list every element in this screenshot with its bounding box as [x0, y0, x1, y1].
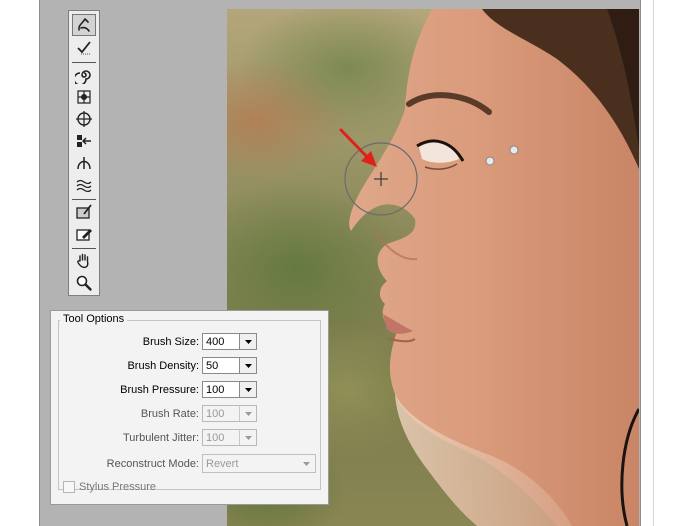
twirl-tool[interactable] — [72, 64, 96, 86]
chevron-down-icon — [239, 430, 256, 445]
reconstruct-mode-label: Reconstruct Mode: — [106, 458, 199, 470]
stylus-pressure-label: Stylus Pressure — [79, 481, 157, 493]
brush-rate-combo: 100 — [202, 405, 257, 422]
turbulent-jitter-combo: 100 — [202, 429, 257, 446]
mirror-tool[interactable] — [72, 152, 96, 174]
chevron-down-icon[interactable] — [239, 358, 256, 373]
push-left-icon — [77, 135, 91, 147]
brush-pressure-label: Brush Pressure: — [120, 384, 199, 396]
toolbar-separator — [72, 199, 96, 200]
brush-size-combo[interactable]: 400 — [202, 333, 257, 350]
forward-warp-icon — [78, 18, 90, 32]
toolbar-separator — [72, 248, 96, 249]
hand-tool[interactable] — [72, 250, 96, 272]
brush-rate-value: 100 — [206, 408, 225, 420]
tool-options-title: Tool Options — [60, 313, 128, 325]
toolbar-separator — [72, 62, 96, 63]
twirl-icon — [75, 70, 91, 84]
brush-size-label: Brush Size: — [142, 336, 199, 348]
forward-warp-tool[interactable] — [72, 14, 96, 36]
turbulence-icon — [76, 179, 92, 193]
hand-icon — [77, 253, 89, 269]
mirror-icon — [77, 157, 91, 170]
brush-rate-label: Brush Rate: — [140, 408, 199, 420]
thaw-mask-tool[interactable] — [72, 223, 96, 245]
freeze-mask-icon — [76, 204, 92, 219]
reconstruct-brush-icon — [77, 41, 91, 55]
liquify-toolbar — [68, 10, 100, 296]
chevron-down-icon — [303, 462, 310, 466]
freeze-mask-tool[interactable] — [72, 201, 96, 223]
bloat-icon — [76, 111, 92, 127]
bloat-tool[interactable] — [72, 108, 96, 130]
window-edge — [653, 0, 654, 526]
magnifier-icon — [76, 275, 92, 291]
brush-size-value: 400 — [206, 336, 225, 348]
chevron-down-icon[interactable] — [239, 334, 256, 349]
zoom-tool[interactable] — [72, 272, 96, 294]
chevron-down-icon — [239, 406, 256, 421]
brush-density-value: 50 — [206, 360, 219, 372]
stylus-pressure-checkbox[interactable] — [63, 481, 75, 493]
brush-pressure-value: 100 — [206, 384, 225, 396]
brush-density-label: Brush Density: — [127, 360, 199, 372]
reconstruct-mode-select: Revert — [202, 454, 316, 473]
brush-density-combo[interactable]: 50 — [202, 357, 257, 374]
turbulent-jitter-label: Turbulent Jitter: — [122, 432, 199, 444]
push-left-tool[interactable] — [72, 130, 96, 152]
reconstruct-tool[interactable] — [72, 37, 96, 59]
reconstruct-mode-value: Revert — [206, 458, 239, 470]
thaw-mask-icon — [76, 229, 92, 241]
brush-pressure-combo[interactable]: 100 — [202, 381, 257, 398]
turbulence-tool[interactable] — [72, 174, 96, 196]
tool-options-panel: Tool Options Brush Size: 400 Brush Densi… — [50, 310, 329, 505]
pucker-tool[interactable] — [72, 86, 96, 108]
turbulent-jitter-value: 100 — [206, 432, 225, 444]
pucker-icon — [77, 90, 91, 104]
chevron-down-icon[interactable] — [239, 382, 256, 397]
